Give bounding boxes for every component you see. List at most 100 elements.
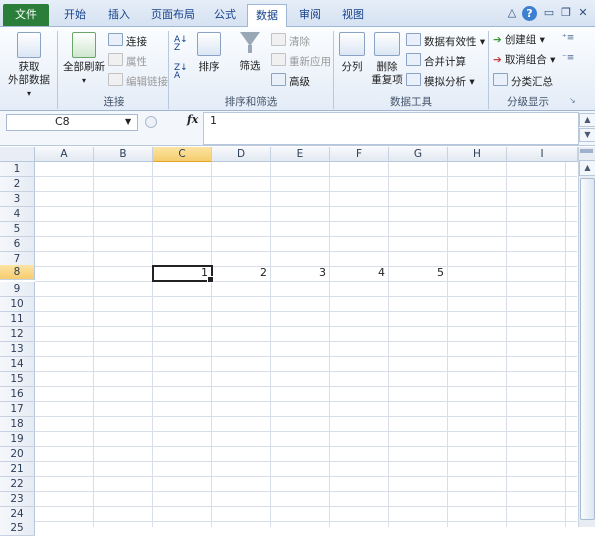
group-label-outline: 分级显示 bbox=[507, 96, 549, 108]
row-header[interactable]: 3 bbox=[0, 192, 35, 207]
formula-input[interactable] bbox=[203, 112, 579, 145]
minimize-icon[interactable]: ▭ bbox=[542, 6, 556, 20]
cell-f8[interactable]: 4 bbox=[330, 265, 385, 280]
ungroup-arrow-icon: ➔ bbox=[493, 54, 502, 66]
group-label-data-tools: 数据工具 bbox=[390, 96, 432, 108]
what-if-analysis-button[interactable]: 模拟分析 ▾ bbox=[406, 73, 475, 88]
row-header[interactable]: 13 bbox=[0, 342, 35, 357]
scroll-up-icon[interactable]: ▲ bbox=[579, 160, 595, 176]
edit-links-button[interactable]: 编辑链接 bbox=[108, 73, 168, 88]
insert-function-icon[interactable]: fx bbox=[187, 113, 198, 126]
sort-button[interactable]: 排序 bbox=[195, 32, 223, 74]
column-header-h[interactable]: H bbox=[448, 147, 507, 162]
cell-e8[interactable]: 3 bbox=[271, 265, 326, 280]
row-header[interactable]: 11 bbox=[0, 312, 35, 327]
row-header[interactable]: 21 bbox=[0, 462, 35, 477]
subtotal-button[interactable]: 分类汇总 bbox=[493, 73, 553, 88]
formula-scroll-down-icon[interactable]: ▼ bbox=[579, 128, 595, 142]
row-header[interactable]: 10 bbox=[0, 297, 35, 312]
tab-view[interactable]: 视图 bbox=[335, 4, 371, 26]
row-header[interactable]: 24 bbox=[0, 507, 35, 522]
tab-home[interactable]: 开始 bbox=[58, 4, 92, 26]
row-header[interactable]: 15 bbox=[0, 372, 35, 387]
column-header-i[interactable]: I bbox=[507, 147, 578, 162]
sort-descending-icon[interactable]: Z↓ A bbox=[174, 64, 190, 81]
row-header[interactable]: 23 bbox=[0, 492, 35, 507]
restore-icon[interactable]: ❐ bbox=[559, 6, 573, 20]
connections-button[interactable]: 连接 bbox=[108, 33, 147, 48]
row-header[interactable]: 9 bbox=[0, 282, 35, 297]
refresh-all-button[interactable]: 全部刷新 ▾ bbox=[62, 32, 106, 87]
remove-duplicates-button[interactable]: 删除 重复项 bbox=[370, 32, 404, 87]
expand-formula-icon[interactable] bbox=[145, 116, 157, 128]
tab-file[interactable]: 文件 bbox=[3, 4, 49, 26]
properties-icon bbox=[108, 53, 123, 66]
column-header-b[interactable]: B bbox=[94, 147, 153, 162]
column-header-a[interactable]: A bbox=[35, 147, 94, 162]
row-header[interactable]: 4 bbox=[0, 207, 35, 222]
filter-button[interactable]: 筛选 bbox=[236, 32, 264, 73]
column-header-g[interactable]: G bbox=[389, 147, 448, 162]
scrollbar-thumb[interactable] bbox=[580, 178, 595, 520]
group-arrow-icon: ➔ bbox=[493, 34, 502, 46]
row-header-selected[interactable]: 8 bbox=[0, 265, 35, 280]
data-validation-button[interactable]: 数据有效性 ▾ bbox=[406, 33, 485, 48]
tab-insert[interactable]: 插入 bbox=[102, 4, 136, 26]
tab-data[interactable]: 数据 bbox=[247, 4, 287, 27]
text-to-columns-button[interactable]: 分列 bbox=[337, 32, 367, 74]
get-external-data-button[interactable]: 获取 外部数据 ▾ bbox=[4, 32, 54, 100]
dialog-launcher-icon[interactable]: ↘ bbox=[569, 96, 576, 105]
row-header[interactable]: 1 bbox=[0, 162, 35, 177]
text-to-columns-icon bbox=[339, 32, 365, 56]
ribbon-separator bbox=[168, 31, 169, 109]
consolidate-button[interactable]: 合并计算 bbox=[406, 53, 466, 68]
cell-d8[interactable]: 2 bbox=[212, 265, 267, 280]
consolidate-icon bbox=[406, 53, 421, 66]
row-header[interactable]: 19 bbox=[0, 432, 35, 447]
column-header-c[interactable]: C bbox=[153, 147, 212, 162]
column-header-d[interactable]: D bbox=[212, 147, 271, 162]
cell-grid[interactable] bbox=[35, 162, 577, 527]
tab-page-layout[interactable]: 页面布局 bbox=[145, 4, 201, 26]
select-all-corner[interactable] bbox=[0, 147, 35, 162]
hide-detail-icon[interactable]: ⁻≡ bbox=[562, 53, 574, 63]
row-header[interactable]: 20 bbox=[0, 447, 35, 462]
name-box-value: C8 bbox=[55, 115, 70, 128]
row-header[interactable]: 17 bbox=[0, 402, 35, 417]
formula-scroll-up-icon[interactable]: ▲ bbox=[579, 113, 595, 127]
tab-formulas[interactable]: 公式 bbox=[207, 4, 243, 26]
advanced-filter-icon bbox=[271, 73, 286, 86]
column-header-e[interactable]: E bbox=[271, 147, 330, 162]
clear-filter-button[interactable]: 清除 bbox=[271, 33, 310, 48]
row-header[interactable]: 6 bbox=[0, 237, 35, 252]
ribbon-collapse-icon[interactable]: △ bbox=[505, 6, 519, 20]
name-box[interactable] bbox=[6, 114, 138, 131]
tab-review[interactable]: 审阅 bbox=[292, 4, 328, 26]
cell-g8[interactable]: 5 bbox=[389, 265, 444, 280]
column-header-f[interactable]: F bbox=[330, 147, 389, 162]
edit-links-icon bbox=[108, 73, 123, 86]
row-header[interactable]: 16 bbox=[0, 387, 35, 402]
row-header[interactable]: 12 bbox=[0, 327, 35, 342]
split-box-handle[interactable] bbox=[580, 149, 593, 153]
group-button[interactable]: ➔ 创建组 ▾ bbox=[493, 33, 545, 48]
row-header[interactable]: 14 bbox=[0, 357, 35, 372]
properties-button[interactable]: 属性 bbox=[108, 53, 147, 68]
name-box-dropdown-icon[interactable]: ▼ bbox=[125, 114, 131, 129]
row-header[interactable]: 22 bbox=[0, 477, 35, 492]
ungroup-button[interactable]: ➔ 取消组合 ▾ bbox=[493, 53, 555, 68]
row-header[interactable]: 2 bbox=[0, 177, 35, 192]
filter-funnel-icon bbox=[240, 32, 260, 46]
fill-handle[interactable] bbox=[207, 276, 214, 283]
subtotal-icon bbox=[493, 73, 508, 86]
show-detail-icon[interactable]: ⁺≡ bbox=[562, 33, 574, 43]
formula-value: 1 bbox=[210, 114, 217, 127]
help-icon[interactable]: ? bbox=[522, 6, 537, 21]
row-header[interactable]: 5 bbox=[0, 222, 35, 237]
reapply-button[interactable]: 重新应用 bbox=[271, 53, 331, 68]
sort-ascending-icon[interactable]: A↓ Z bbox=[174, 36, 190, 53]
advanced-filter-button[interactable]: 高级 bbox=[271, 73, 310, 88]
row-header[interactable]: 25 bbox=[0, 521, 35, 536]
close-icon[interactable]: ✕ bbox=[576, 6, 590, 20]
row-header[interactable]: 18 bbox=[0, 417, 35, 432]
